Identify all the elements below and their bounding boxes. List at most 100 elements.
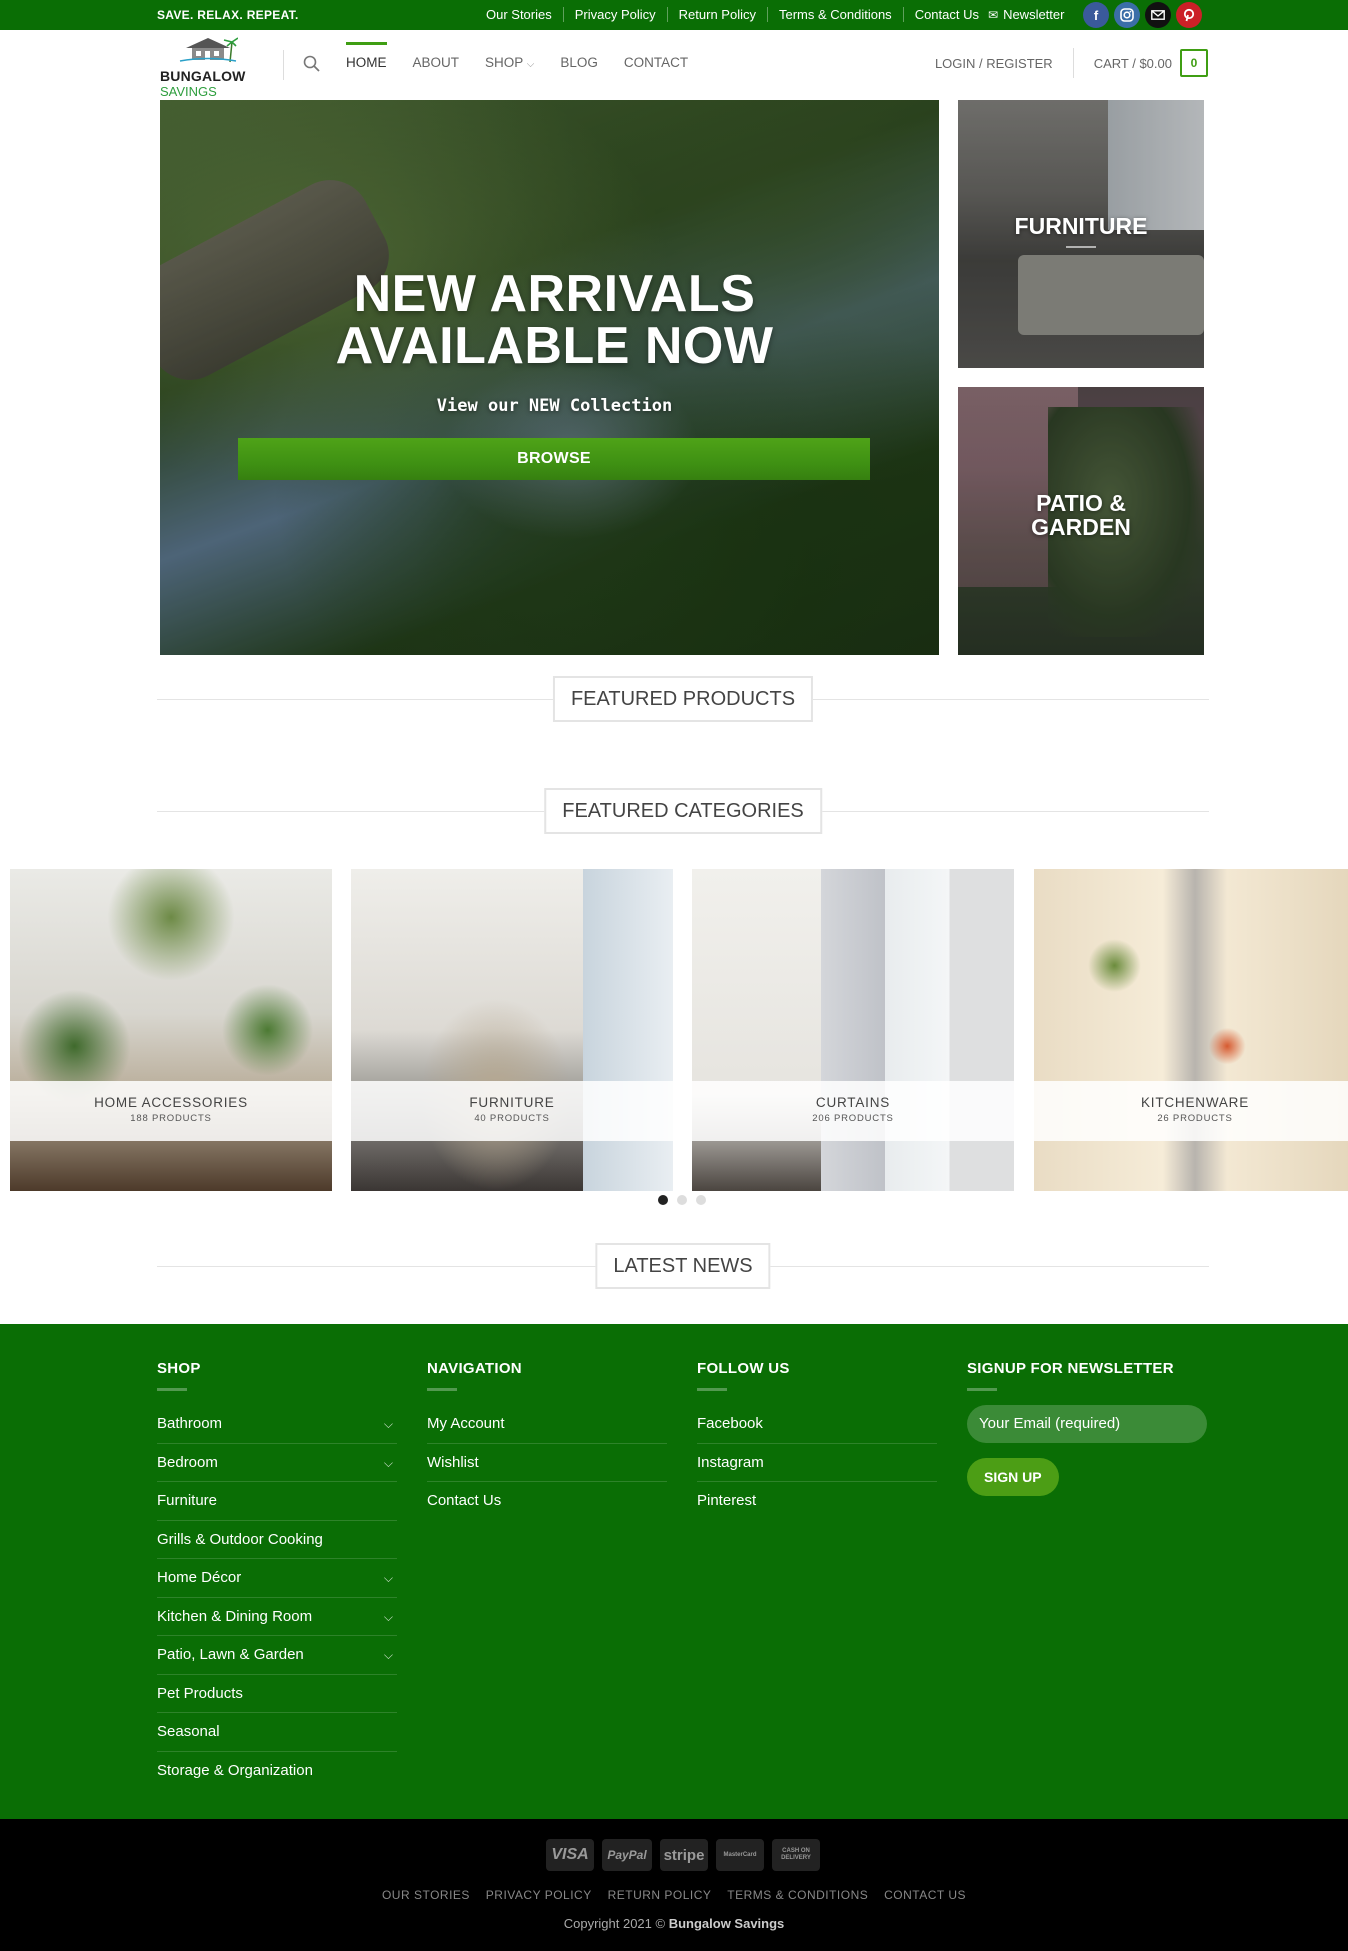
chevron-down-icon[interactable]: ⌵ bbox=[384, 1636, 393, 1674]
footer-nav-my-account[interactable]: My Account bbox=[427, 1405, 667, 1444]
featured-products-title: FEATURED PRODUCTS bbox=[552, 676, 814, 722]
category-image bbox=[10, 869, 332, 1191]
mastercard-icon: MasterCard bbox=[716, 1839, 764, 1871]
top-link-privacy-policy[interactable]: Privacy Policy bbox=[562, 7, 667, 22]
footer-shop-item[interactable]: Patio, Lawn & Garden ⌵ bbox=[157, 1636, 397, 1675]
browse-button[interactable]: BROWSE bbox=[238, 438, 870, 480]
footer-bottom-bar: VISA PayPal stripe MasterCard CASH ON DE… bbox=[0, 1819, 1348, 1951]
footer-shop-item[interactable]: Storage & Organization bbox=[157, 1752, 397, 1791]
visa-icon: VISA bbox=[546, 1839, 594, 1871]
logo-text-savings: SAVINGS bbox=[160, 84, 217, 99]
footer-nav-contact-us[interactable]: Contact Us bbox=[427, 1482, 667, 1521]
footer-follow-pinterest[interactable]: Pinterest bbox=[697, 1482, 937, 1521]
footer-nav-wishlist[interactable]: Wishlist bbox=[427, 1444, 667, 1482]
email-icon[interactable] bbox=[1145, 2, 1171, 28]
footer-shop-item[interactable]: Seasonal bbox=[157, 1713, 397, 1752]
cart-icon[interactable]: 0 bbox=[1180, 49, 1208, 77]
bottom-link-privacy-policy[interactable]: PRIVACY POLICY bbox=[486, 1888, 592, 1902]
nav-about[interactable]: ABOUT bbox=[413, 55, 460, 72]
latest-news-title: LATEST NEWS bbox=[595, 1243, 771, 1289]
facebook-icon[interactable]: f bbox=[1083, 2, 1109, 28]
nav-blog[interactable]: BLOG bbox=[560, 55, 598, 72]
category-card-home-accessories[interactable]: HOME ACCESSORIES 188 PRODUCTS bbox=[10, 869, 332, 1191]
furniture-banner-underline bbox=[1066, 246, 1096, 248]
cart-count: 0 bbox=[1190, 56, 1198, 70]
header-divider-right bbox=[1072, 48, 1074, 78]
logo-text-bungalow: BUNGALOW bbox=[160, 68, 246, 84]
nav-home[interactable]: HOME bbox=[346, 42, 387, 72]
footer-shop-item-label: Patio, Lawn & Garden bbox=[157, 1646, 304, 1663]
site-footer: SHOP Bathroom ⌵ Bedroom ⌵ Furniture Grills… bbox=[0, 1324, 1348, 1819]
category-count: 206 PRODUCTS bbox=[812, 1113, 894, 1124]
category-count: 188 PRODUCTS bbox=[130, 1113, 212, 1124]
category-name: CURTAINS bbox=[815, 1095, 891, 1110]
signup-button[interactable]: SIGN UP bbox=[967, 1458, 1059, 1496]
top-link-contact-us[interactable]: Contact Us bbox=[902, 7, 990, 22]
footer-shop-item[interactable]: Furniture bbox=[157, 1482, 397, 1521]
hero-title: NEW ARRIVALS AVAILABLE NOW bbox=[160, 268, 939, 372]
category-card-curtains[interactable]: CURTAINS 206 PRODUCTS bbox=[692, 869, 1014, 1191]
site-header: BUNGALOW SAVINGS HOME ABOUT SHOP ⌵ BLOG … bbox=[0, 30, 1348, 100]
footer-follow-title: FOLLOW US bbox=[697, 1360, 790, 1377]
chevron-down-icon: ⌵ bbox=[526, 59, 535, 70]
cash-on-delivery-icon: CASH ON DELIVERY bbox=[772, 1839, 820, 1871]
footer-shop-item[interactable]: Home Décor ⌵ bbox=[157, 1559, 397, 1598]
top-links: Our Stories Privacy Policy Return Policy… bbox=[475, 7, 990, 22]
envelope-icon: ✉ bbox=[988, 7, 999, 22]
newsletter-label: Newsletter bbox=[1003, 7, 1065, 22]
nav-shop[interactable]: SHOP ⌵ bbox=[485, 55, 534, 72]
footer-navigation-title: NAVIGATION bbox=[427, 1360, 522, 1377]
bottom-link-contact-us[interactable]: CONTACT US bbox=[884, 1888, 966, 1902]
footer-shop-item[interactable]: Kitchen & Dining Room ⌵ bbox=[157, 1598, 397, 1636]
patio-banner-line1: PATIO & bbox=[1036, 490, 1126, 516]
top-link-our-stories[interactable]: Our Stories bbox=[475, 7, 563, 22]
newsletter-link[interactable]: ✉ Newsletter bbox=[988, 7, 1064, 22]
patio-garden-banner[interactable]: PATIO & GARDEN bbox=[958, 387, 1204, 655]
paypal-icon: PayPal bbox=[602, 1839, 652, 1871]
nav-contact[interactable]: CONTACT bbox=[624, 55, 688, 72]
footer-shop-item-label: Grills & Outdoor Cooking bbox=[157, 1530, 323, 1548]
footer-shop-item[interactable]: Grills & Outdoor Cooking bbox=[157, 1521, 397, 1559]
chevron-down-icon[interactable]: ⌵ bbox=[384, 1444, 393, 1482]
bottom-link-terms[interactable]: TERMS & CONDITIONS bbox=[727, 1888, 868, 1902]
carousel-dot-2[interactable] bbox=[677, 1195, 687, 1205]
footer-shop-item-label: Pet Products bbox=[157, 1684, 243, 1702]
carousel-dot-3[interactable] bbox=[696, 1195, 706, 1205]
footer-follow-instagram[interactable]: Instagram bbox=[697, 1444, 937, 1482]
cart-link[interactable]: CART / $0.00 bbox=[1094, 56, 1172, 71]
furniture-banner[interactable]: FURNITURE bbox=[958, 100, 1204, 368]
header-divider bbox=[283, 50, 284, 80]
footer-shop-item[interactable]: Bedroom ⌵ bbox=[157, 1444, 397, 1482]
category-image bbox=[351, 869, 673, 1191]
hero-title-line2: AVAILABLE NOW bbox=[335, 317, 774, 375]
social-icons: f bbox=[1083, 2, 1202, 28]
header-account-area: LOGIN / REGISTER CART / $0.00 0 bbox=[935, 48, 1208, 78]
bottom-link-our-stories[interactable]: OUR STORIES bbox=[382, 1888, 470, 1902]
category-card-kitchenware[interactable]: KITCHENWARE 26 PRODUCTS bbox=[1034, 869, 1348, 1191]
chevron-down-icon[interactable]: ⌵ bbox=[384, 1559, 393, 1597]
footer-shop-item[interactable]: Pet Products bbox=[157, 1675, 397, 1713]
category-count: 26 PRODUCTS bbox=[1157, 1113, 1233, 1124]
search-icon[interactable] bbox=[302, 54, 322, 74]
copyright-prefix: Copyright 2021 © bbox=[563, 1916, 666, 1931]
newsletter-email-input[interactable]: Your Email (required) bbox=[967, 1405, 1207, 1443]
patio-banner-label: PATIO & GARDEN bbox=[958, 491, 1204, 539]
instagram-icon[interactable] bbox=[1114, 2, 1140, 28]
chevron-down-icon[interactable]: ⌵ bbox=[384, 1598, 393, 1636]
chevron-down-icon[interactable]: ⌵ bbox=[384, 1405, 393, 1443]
footer-shop-item-label: Seasonal bbox=[157, 1723, 220, 1740]
pinterest-icon[interactable] bbox=[1176, 2, 1202, 28]
footer-follow-facebook[interactable]: Facebook bbox=[697, 1405, 937, 1444]
bottom-link-return-policy[interactable]: RETURN POLICY bbox=[608, 1888, 712, 1902]
category-card-furniture[interactable]: FURNITURE 40 PRODUCTS bbox=[351, 869, 673, 1191]
login-register-link[interactable]: LOGIN / REGISTER bbox=[935, 56, 1053, 71]
carousel-dot-1[interactable] bbox=[658, 1195, 668, 1205]
site-logo[interactable]: BUNGALOW SAVINGS bbox=[158, 34, 254, 99]
top-link-terms[interactable]: Terms & Conditions bbox=[766, 7, 903, 22]
footer-shop-item[interactable]: Bathroom ⌵ bbox=[157, 1405, 397, 1444]
patio-banner-line2: GARDEN bbox=[1031, 514, 1131, 540]
category-count: 40 PRODUCTS bbox=[474, 1113, 550, 1124]
footer-bottom-links: OUR STORIES PRIVACY POLICY RETURN POLICY… bbox=[0, 1888, 1348, 1902]
category-carousel: HOME ACCESSORIES 188 PRODUCTS FURNITURE … bbox=[10, 869, 1348, 1191]
top-link-return-policy[interactable]: Return Policy bbox=[666, 7, 767, 22]
